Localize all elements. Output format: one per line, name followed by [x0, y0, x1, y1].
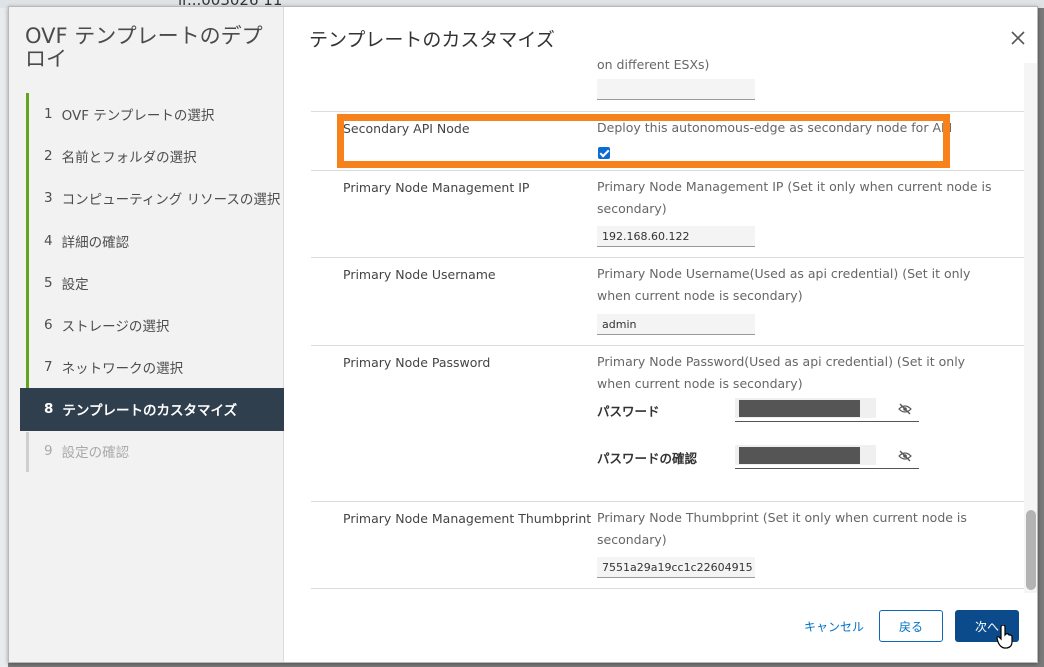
step-number: 3 — [44, 190, 53, 207]
wizard-step-6[interactable]: 6 ストレージの選択 — [29, 304, 284, 346]
property-row-primary-password: Primary Node Password Primary Node Passw… — [311, 345, 1027, 501]
eye-slash-icon[interactable] — [898, 403, 912, 415]
next-button[interactable]: 次へ — [955, 610, 1019, 642]
password-masked-value — [739, 447, 860, 464]
step-number: 1 — [44, 106, 53, 123]
close-icon[interactable] — [1008, 28, 1028, 48]
property-row-primary-ip: Primary Node Management IP Primary Node … — [311, 170, 1027, 257]
property-description: Primary Node Management IP (Set it only … — [597, 179, 992, 216]
wizard-step-1[interactable]: 1 OVF テンプレートの選択 — [29, 93, 284, 135]
scrollbar-thumb[interactable] — [1026, 510, 1036, 590]
property-description: Primary Node Password(Used as api creden… — [597, 354, 966, 391]
wizard-step-4[interactable]: 4 詳細の確認 — [29, 220, 284, 262]
deploy-ovf-dialog: OVF テンプレートのデプロイ 1 OVF テンプレートの選択 2 名前とフォルダの… — [8, 6, 1038, 663]
step-number: 9 — [44, 443, 53, 460]
wizard-steps: 1 OVF テンプレートの選択 2 名前とフォルダの選択 3 コンピューティング リソ… — [20, 93, 284, 431]
property-description: Deploy this autonomous-edge as secondary… — [597, 120, 953, 135]
property-row-secondary-api-node: Secondary API Node Deploy this autonomou… — [311, 111, 1027, 170]
password-label: パスワード — [597, 404, 660, 419]
secondary-api-node-checkbox[interactable] — [598, 147, 610, 159]
wizard-step-2[interactable]: 2 名前とフォルダの選択 — [29, 135, 284, 177]
wizard-step-3[interactable]: 3 コンピューティング リソースの選択 — [29, 177, 284, 219]
property-row-thumbprint: Primary Node Management Thumbprint Prima… — [311, 501, 1027, 588]
page-title: テンプレートのカスタマイズ — [309, 29, 555, 51]
eye-slash-icon[interactable] — [898, 450, 912, 462]
property-label: Secondary API Node — [343, 121, 470, 136]
wizard-sidebar: OVF テンプレートのデプロイ 1 OVF テンプレートの選択 2 名前とフォルダの… — [9, 7, 284, 662]
step-number: 5 — [44, 274, 53, 291]
step-label: コンピューティング リソースの選択 — [61, 192, 281, 209]
property-row-previous: on different ESXs) — [311, 51, 1027, 111]
step-label: OVF テンプレートの選択 — [61, 108, 215, 125]
wizard-title: OVF テンプレートのデプロイ — [25, 24, 263, 71]
vertical-scrollbar[interactable] — [1024, 63, 1037, 593]
wizard-step-9-disabled: 9 設定の確認 — [29, 430, 284, 472]
step-number: 2 — [44, 148, 53, 165]
property-label: Primary Node Management Thumbprint — [343, 511, 592, 526]
property-label: Primary Node Username — [343, 267, 496, 282]
thumbprint-input[interactable]: 7551a29a19cc1c22604915 — [597, 557, 755, 578]
password-masked-value — [739, 400, 860, 417]
property-label: Primary Node Password — [343, 355, 491, 370]
background-app-sidebar — [0, 8, 8, 667]
step-label: テンプレートのカスタマイズ — [62, 403, 238, 420]
property-description: Primary Node Username(Used as api creden… — [597, 266, 971, 303]
step-number: 8 — [44, 401, 54, 418]
step-label: ネットワークの選択 — [61, 361, 184, 378]
previous-field[interactable] — [597, 79, 755, 100]
cancel-button[interactable]: キャンセル — [799, 610, 869, 642]
wizard-step-8-active[interactable]: 8 テンプレートのカスタマイズ — [20, 388, 284, 431]
step-label: ストレージの選択 — [61, 319, 170, 336]
primary-username-input[interactable]: admin — [597, 314, 755, 335]
row-divider — [311, 588, 1027, 589]
step-label: 設定の確認 — [61, 445, 130, 462]
property-list: on different ESXs) Secondary API Node De… — [311, 51, 1027, 597]
property-row-primary-username: Primary Node Username Primary Node Usern… — [311, 257, 1027, 345]
property-description: on different ESXs) — [597, 57, 710, 72]
wizard-step-7[interactable]: 7 ネットワークの選択 — [29, 346, 284, 388]
step-label: 詳細の確認 — [61, 234, 130, 251]
back-button[interactable]: 戻る — [879, 610, 943, 642]
step-label: 設定 — [61, 276, 89, 293]
step-number: 4 — [44, 232, 53, 249]
confirm-password-input[interactable] — [735, 445, 919, 469]
primary-ip-input[interactable]: 192.168.60.122 — [597, 226, 755, 247]
step-number: 7 — [44, 359, 53, 376]
password-input[interactable] — [735, 398, 919, 422]
step-label: 名前とフォルダの選択 — [61, 150, 197, 167]
wizard-step-5[interactable]: 5 設定 — [29, 262, 284, 304]
property-label: Primary Node Management IP — [343, 180, 530, 195]
step-number: 6 — [44, 317, 53, 334]
confirm-password-label: パスワードの確認 — [597, 451, 698, 466]
property-description: Primary Node Thumbprint (Set it only whe… — [597, 510, 967, 547]
